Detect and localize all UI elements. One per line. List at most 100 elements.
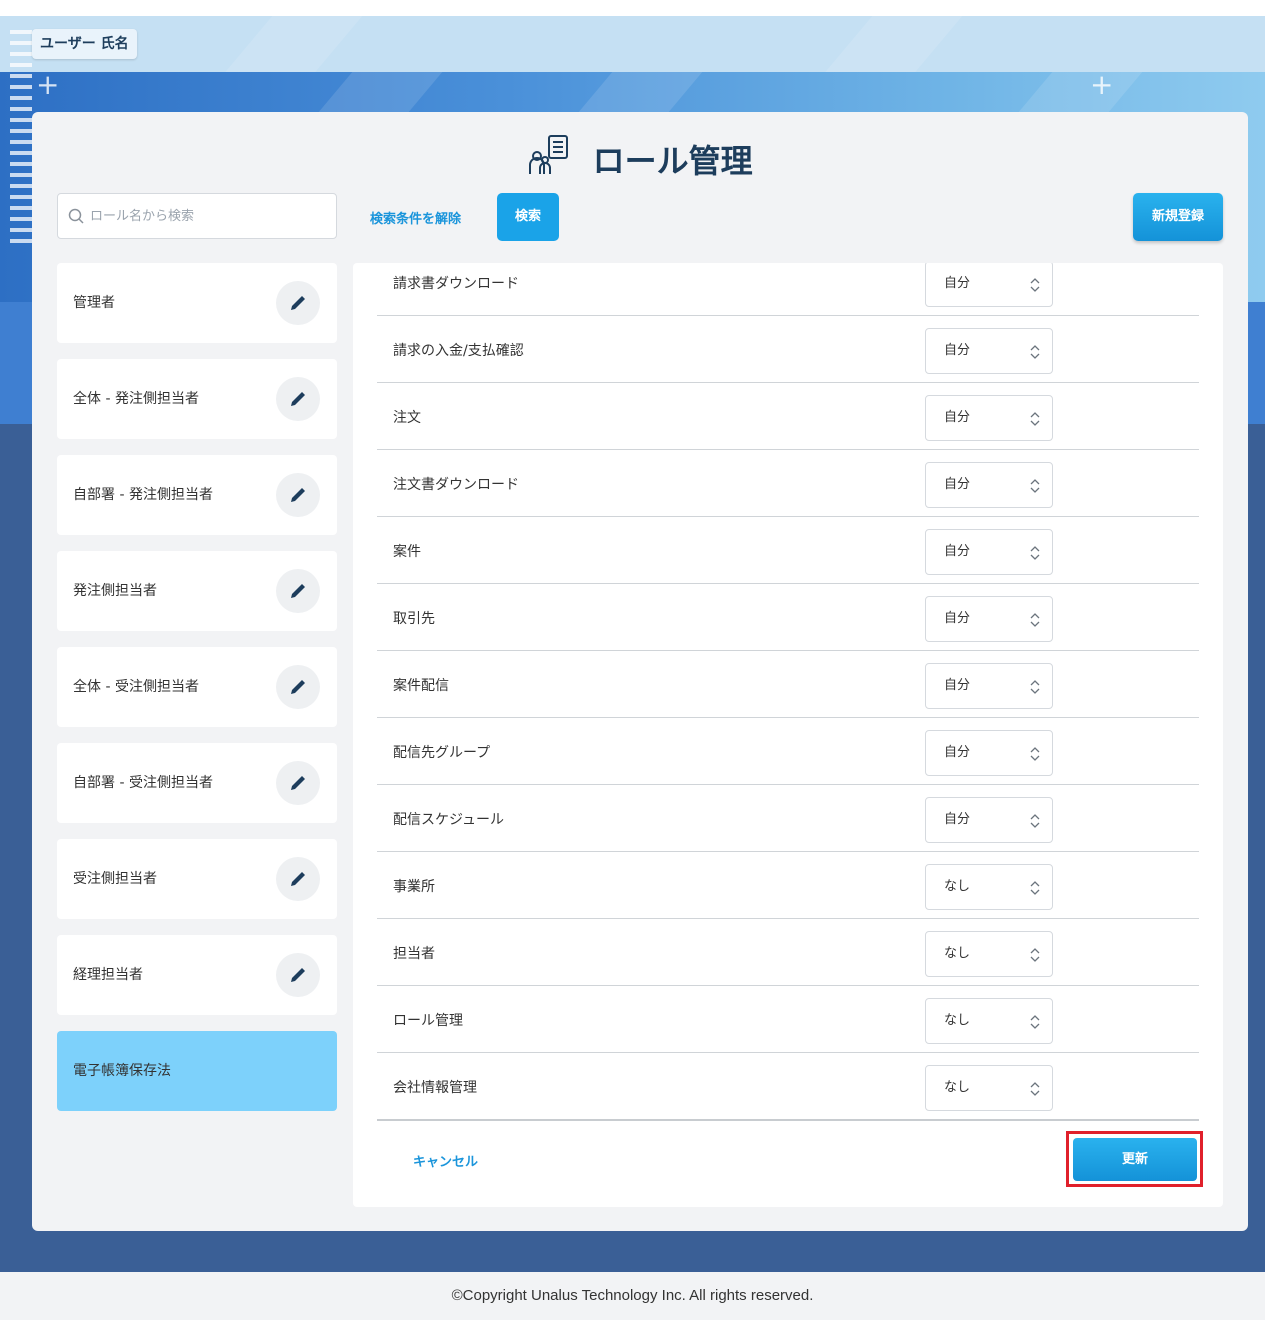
footer-copyright: ©Copyright Unalus Technology Inc. All ri…	[0, 1272, 1265, 1320]
role-card[interactable]: 経理担当者	[57, 935, 337, 1015]
role-card[interactable]: 発注側担当者	[57, 551, 337, 631]
cancel-button[interactable]: キャンセル	[413, 1151, 478, 1170]
role-card[interactable]: 受注側担当者	[57, 839, 337, 919]
role-name: 全体 - 発注側担当者	[73, 391, 199, 407]
edit-role-button[interactable]	[276, 953, 320, 997]
permission-select-value: 自分	[944, 276, 971, 291]
permission-select-value: 自分	[944, 745, 971, 760]
permission-label: 案件配信	[393, 678, 449, 694]
select-chevron-icon	[1030, 546, 1040, 560]
role-name: 自部署 - 発注側担当者	[73, 487, 213, 503]
header-background-top	[0, 16, 1265, 72]
role-card[interactable]: 全体 - 受注側担当者	[57, 647, 337, 727]
permission-row: 請求書ダウンロード 自分	[377, 263, 1199, 316]
crosshair-decoration: +	[1090, 72, 1114, 101]
permission-select[interactable]: なし	[925, 931, 1053, 977]
permission-row: 注文書ダウンロード 自分	[377, 450, 1199, 517]
search-icon	[68, 208, 84, 228]
crosshair-decoration: +	[36, 72, 60, 101]
edit-role-button[interactable]	[276, 377, 320, 421]
select-chevron-icon	[1030, 345, 1040, 359]
pencil-icon	[291, 872, 305, 886]
select-chevron-icon	[1030, 814, 1040, 828]
permission-select[interactable]: なし	[925, 1065, 1053, 1111]
permission-label: 事業所	[393, 879, 435, 895]
permission-panel: 請求書ダウンロード 自分 請求の入金/支払確認 自分 注文 自分 注文書ダウンロ…	[353, 263, 1223, 1207]
pencil-icon	[291, 488, 305, 502]
update-button[interactable]: 更新	[1073, 1138, 1197, 1181]
clear-search-link[interactable]: 検索条件を解除	[370, 208, 461, 227]
permission-select[interactable]: 自分	[925, 395, 1053, 441]
edit-role-button[interactable]	[276, 761, 320, 805]
permission-select[interactable]: 自分	[925, 462, 1053, 508]
select-chevron-icon	[1030, 278, 1040, 292]
permission-select-value: 自分	[944, 678, 971, 693]
search-button[interactable]: 検索	[497, 193, 559, 241]
permission-row: ロール管理 なし	[377, 986, 1199, 1053]
role-name: 自部署 - 受注側担当者	[73, 775, 213, 791]
permission-label: 請求書ダウンロード	[393, 276, 519, 292]
permission-select-value: 自分	[944, 611, 971, 626]
select-chevron-icon	[1030, 412, 1040, 426]
permission-select[interactable]: 自分	[925, 730, 1053, 776]
search-field[interactable]	[57, 193, 337, 239]
role-name: 発注側担当者	[73, 583, 157, 599]
select-chevron-icon	[1030, 1015, 1040, 1029]
permission-row: 案件配信 自分	[377, 651, 1199, 718]
edit-role-button[interactable]	[276, 857, 320, 901]
permission-select[interactable]: 自分	[925, 529, 1053, 575]
new-register-button[interactable]: 新規登録	[1133, 193, 1223, 241]
role-management-icon	[527, 134, 571, 184]
permission-select-value: なし	[944, 1013, 971, 1028]
user-name-tag[interactable]: ユーザー 氏名	[32, 29, 137, 59]
permission-select[interactable]: 自分	[925, 263, 1053, 307]
role-name: 受注側担当者	[73, 871, 157, 887]
role-card-selected[interactable]: 電子帳簿保存法	[57, 1031, 337, 1111]
role-card[interactable]: 自部署 - 受注側担当者	[57, 743, 337, 823]
permission-select[interactable]: 自分	[925, 663, 1053, 709]
permission-row: 事業所 なし	[377, 852, 1199, 919]
permission-row: 配信スケジュール 自分	[377, 785, 1199, 852]
select-chevron-icon	[1030, 747, 1040, 761]
search-input[interactable]	[90, 194, 330, 238]
permission-select-value: 自分	[944, 544, 971, 559]
permission-select-value: 自分	[944, 410, 971, 425]
select-chevron-icon	[1030, 948, 1040, 962]
role-card[interactable]: 自部署 - 発注側担当者	[57, 455, 337, 535]
page-title-text: ロール管理	[592, 142, 753, 180]
role-name: 全体 - 受注側担当者	[73, 679, 199, 695]
permission-label: 配信スケジュール	[393, 812, 505, 828]
permission-row: 注文 自分	[377, 383, 1199, 450]
role-name: 電子帳簿保存法	[73, 1063, 171, 1079]
permission-row: 取引先 自分	[377, 584, 1199, 651]
permission-select[interactable]: 自分	[925, 797, 1053, 843]
permission-label: 配信先グループ	[393, 745, 491, 761]
permission-select[interactable]: なし	[925, 864, 1053, 910]
permission-select-value: なし	[944, 879, 971, 894]
role-name: 管理者	[73, 295, 115, 311]
edit-role-button[interactable]	[276, 569, 320, 613]
page-title: ロール管理	[32, 134, 1248, 184]
edit-role-button[interactable]	[276, 281, 320, 325]
role-card[interactable]: 全体 - 発注側担当者	[57, 359, 337, 439]
permission-label: 会社情報管理	[393, 1080, 477, 1096]
line-decoration	[10, 30, 32, 280]
pencil-icon	[291, 392, 305, 406]
pencil-icon	[291, 776, 305, 790]
permission-select-value: 自分	[944, 812, 971, 827]
role-card[interactable]: 管理者	[57, 263, 337, 343]
permission-select[interactable]: なし	[925, 998, 1053, 1044]
permission-label: 注文	[393, 410, 421, 426]
permission-select-value: 自分	[944, 343, 971, 358]
pencil-icon	[291, 296, 305, 310]
edit-role-button[interactable]	[276, 665, 320, 709]
edit-role-button[interactable]	[276, 473, 320, 517]
pencil-icon	[291, 968, 305, 982]
permission-select[interactable]: 自分	[925, 596, 1053, 642]
permission-select[interactable]: 自分	[925, 328, 1053, 374]
update-button-highlight: 更新	[1066, 1131, 1203, 1187]
background-stripe	[654, 16, 996, 72]
permission-select-value: なし	[944, 1080, 971, 1095]
select-chevron-icon	[1030, 1082, 1040, 1096]
permission-label: 担当者	[393, 946, 435, 962]
